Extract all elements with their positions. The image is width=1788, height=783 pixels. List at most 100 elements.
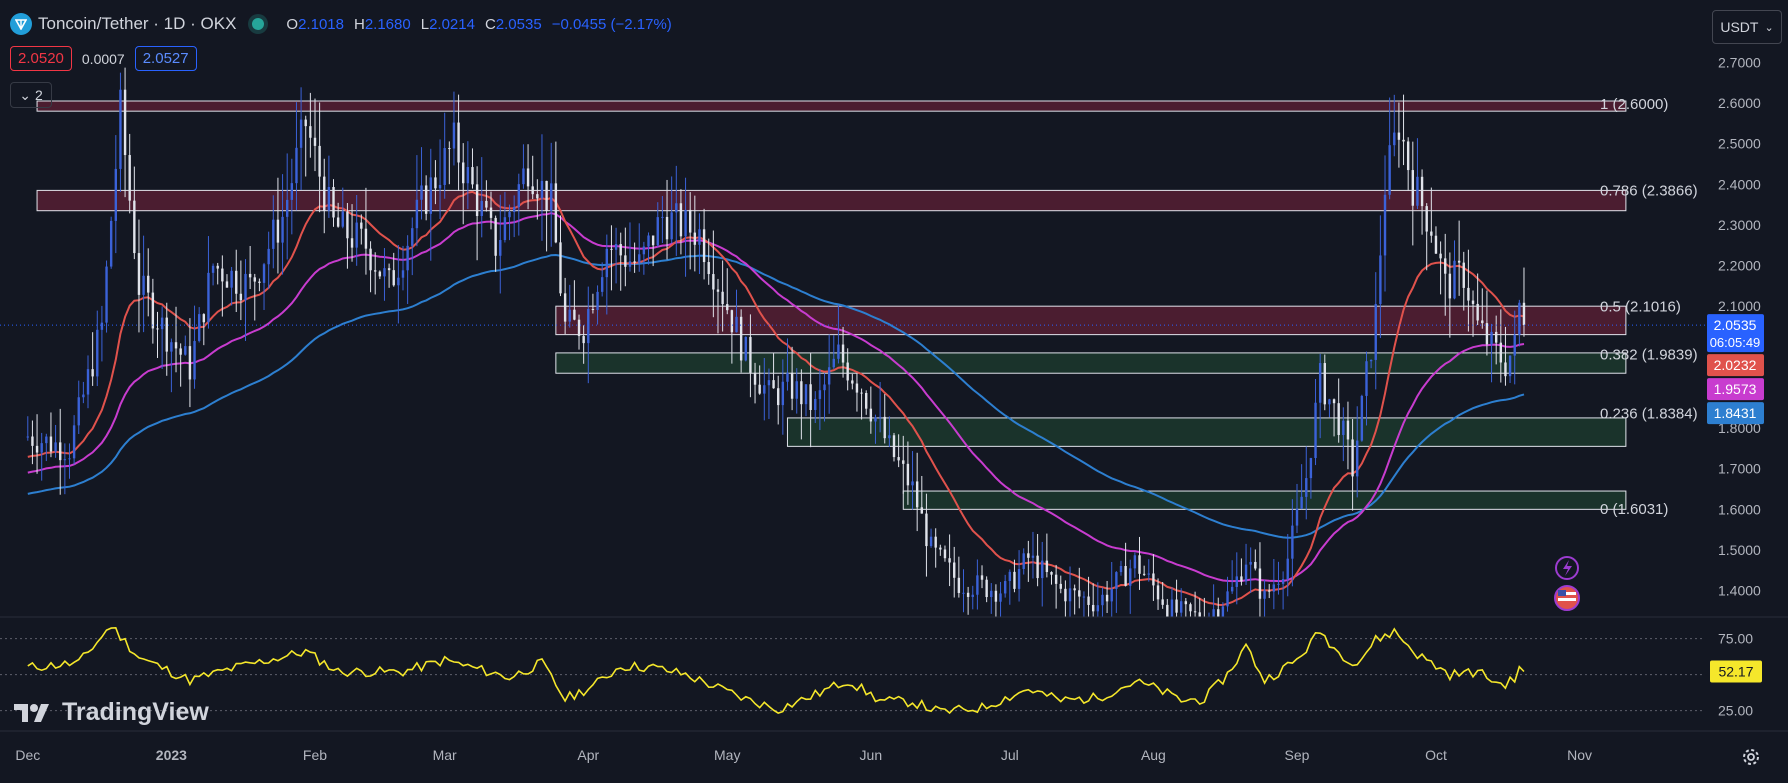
time-tick-label: Apr	[577, 747, 599, 763]
candle	[1240, 558, 1243, 586]
rsi-last-tag: 52.17	[1710, 660, 1762, 683]
candle	[1337, 378, 1340, 443]
candle	[1138, 536, 1141, 590]
candle	[610, 225, 613, 291]
candle	[1221, 602, 1225, 617]
candle	[239, 260, 243, 321]
ohlc-open: O2.1018	[286, 15, 344, 33]
sr-zones	[36, 100, 1627, 510]
sell-button[interactable]: 2.0520	[10, 46, 72, 71]
price-tag-2: 1.9573	[1707, 378, 1764, 401]
zone-resistance-0	[36, 100, 1627, 112]
us-flag-icon[interactable]	[1554, 585, 1580, 611]
candle	[378, 270, 382, 280]
candle	[1059, 575, 1062, 594]
candle	[1342, 407, 1345, 462]
candle	[1110, 561, 1113, 617]
price-chart[interactable]: 1 (2.6000) 0.786 (2.3866) 0.5 (2.1016) 0.38…	[0, 0, 1788, 783]
time-tick-label: Feb	[303, 747, 327, 763]
price-tick-label: 2.2000	[1718, 258, 1761, 274]
candle	[531, 155, 534, 200]
candle	[54, 424, 57, 458]
candle	[1115, 571, 1118, 613]
candle	[1129, 559, 1132, 614]
candle	[35, 414, 39, 474]
price-tick-label: 2.7000	[1718, 54, 1761, 70]
lightning-icon[interactable]	[1555, 556, 1579, 580]
candle	[26, 416, 29, 441]
ohlc-close: C2.0535	[484, 15, 542, 33]
toncoin-icon	[10, 13, 32, 35]
time-tick-label: Sep	[1285, 747, 1310, 763]
indicators-toggle-button[interactable]: ⌄ 2	[10, 82, 52, 108]
candle	[953, 546, 956, 598]
price-tick-label: 1.6000	[1718, 501, 1761, 517]
tradingview-logo[interactable]: TradingView	[14, 698, 209, 727]
candle	[77, 380, 80, 435]
price-tag-value: 2.0535	[1714, 317, 1757, 333]
candle	[1365, 351, 1368, 426]
candle	[851, 373, 854, 390]
candle	[999, 581, 1002, 617]
candle	[1258, 542, 1262, 617]
symbol-title[interactable]: Toncoin/Tether · 1D · OKX	[38, 14, 236, 34]
candle	[179, 343, 182, 387]
candle	[133, 166, 136, 260]
candle	[1346, 401, 1350, 470]
tradingview-brand: TradingView	[62, 698, 209, 726]
zone-resistance-2	[555, 305, 1627, 336]
currency-label: USDT	[1720, 19, 1759, 35]
candle	[1101, 587, 1104, 617]
candle	[633, 242, 636, 273]
market-status-icon	[252, 18, 265, 30]
candle	[147, 248, 150, 317]
candle	[1272, 558, 1276, 610]
quote-row: 2.0520 0.0007 2.0527	[10, 46, 197, 71]
candle	[1003, 574, 1007, 598]
candle	[1411, 141, 1415, 246]
candle	[1119, 560, 1123, 576]
candle	[225, 274, 229, 288]
time-tick-label: Mar	[433, 747, 457, 763]
candle	[45, 433, 48, 462]
spread-value: 0.0007	[81, 50, 125, 67]
candle	[1022, 548, 1025, 575]
candle	[1152, 554, 1155, 601]
candle	[1036, 534, 1039, 587]
candle	[1263, 579, 1266, 617]
candle	[971, 585, 974, 610]
candle	[1031, 531, 1035, 579]
candle	[1041, 541, 1044, 607]
price-tag-value: 2.0232	[1714, 357, 1757, 373]
candle	[1105, 580, 1109, 613]
candle	[1328, 398, 1331, 418]
gear-icon[interactable]	[1740, 746, 1762, 768]
candle	[82, 381, 85, 404]
candle	[1175, 579, 1178, 617]
candle	[369, 241, 372, 293]
candle	[1073, 584, 1076, 615]
time-tick-label: Oct	[1425, 747, 1447, 763]
rsi-last-value: 52.17	[1718, 663, 1753, 679]
currency-select[interactable]: USDT ⌄	[1712, 10, 1782, 44]
countdown-timer: 06:05:49	[1710, 335, 1761, 350]
candle	[137, 219, 141, 333]
candle	[1161, 582, 1164, 609]
fib-label-3: 0.382 (1.9839)	[1600, 346, 1698, 363]
candle	[151, 278, 155, 344]
candle	[105, 260, 108, 333]
fib-label-4: 0.236 (1.8384)	[1600, 405, 1698, 422]
buy-button[interactable]: 2.0527	[134, 46, 197, 71]
candle	[1462, 251, 1465, 311]
candle	[1235, 552, 1238, 605]
time-tick-label: Jun	[860, 747, 883, 763]
ema-fast-line	[27, 190, 1525, 607]
candle	[415, 155, 419, 247]
candle	[244, 259, 247, 341]
candle	[406, 235, 409, 304]
tradingview-logo-icon	[14, 703, 49, 722]
candle	[1444, 233, 1447, 316]
candle	[1045, 533, 1049, 578]
candle	[702, 208, 706, 280]
candle	[642, 241, 646, 275]
